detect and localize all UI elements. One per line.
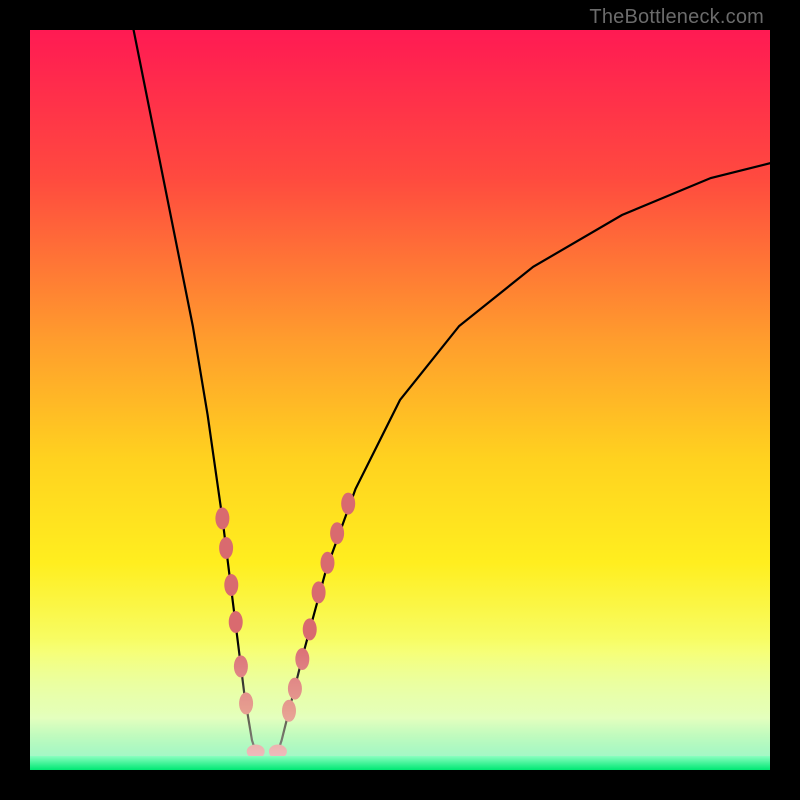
curve-marker (215, 507, 229, 529)
watermark-text: TheBottleneck.com (589, 6, 764, 29)
curve-marker (224, 574, 238, 596)
plot-area (30, 30, 770, 770)
bottleneck-curve (30, 30, 770, 770)
curve-marker (282, 700, 296, 722)
curve-marker (341, 493, 355, 515)
green-band (30, 756, 770, 770)
curve-marker (320, 552, 334, 574)
curve-marker (295, 648, 309, 670)
curve-marker (312, 581, 326, 603)
curve-marker (239, 692, 253, 714)
curve-marker (330, 522, 344, 544)
chart-canvas: TheBottleneck.com (0, 0, 800, 800)
curve-marker (219, 537, 233, 559)
curve-marker (303, 618, 317, 640)
curve-marker (229, 611, 243, 633)
curve-marker (288, 678, 302, 700)
curve-marker (234, 655, 248, 677)
